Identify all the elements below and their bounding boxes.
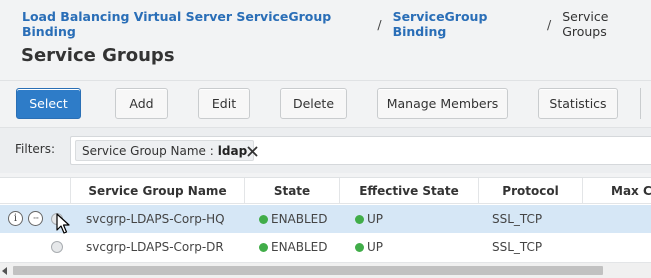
cell-service-group-name: svcgrp-LDAPS-Corp-HQ (86, 212, 225, 226)
status-dot (355, 214, 364, 224)
table-header: Service Group Name State Effective State… (0, 178, 651, 204)
cell-state: ENABLED (259, 205, 328, 233)
page-title: Service Groups (21, 45, 175, 66)
filters-bar: Filters: Service Group Name : ldap (0, 127, 651, 173)
table-row[interactable]: svcgrp-LDAPS-Corp-DR ENABLED UP SSL_TCP (0, 233, 651, 261)
column-header-effective-state[interactable]: Effective State (339, 178, 478, 204)
select-button[interactable]: Select (16, 88, 81, 119)
cell-state-text: ENABLED (271, 212, 328, 226)
cell-effective-state-text: UP (367, 212, 384, 226)
manage-members-button[interactable]: Manage Members (377, 88, 508, 119)
breadcrumb-lb-vserver-servicegroup-binding[interactable]: Load Balancing Virtual Server ServiceGro… (22, 9, 366, 39)
filter-chip: Service Group Name : ldap (75, 140, 255, 161)
row-select-radio[interactable] (51, 213, 63, 225)
breadcrumb: Load Balancing Virtual Server ServiceGro… (22, 9, 651, 39)
cell-state: ENABLED (259, 233, 328, 261)
filter-chip-value: ldap (217, 143, 248, 158)
status-dot (259, 214, 268, 224)
filter-chip-name: Service Group Name : (82, 143, 214, 158)
column-header-state[interactable]: State (244, 178, 339, 204)
cell-state-text: ENABLED (271, 240, 328, 254)
scroll-left-arrow-icon[interactable] (2, 267, 7, 275)
breadcrumb-separator: / (377, 16, 382, 32)
breadcrumb-servicegroup-binding[interactable]: ServiceGroup Binding (393, 9, 536, 39)
toolbar: Select Add Edit Delete Manage Members St… (0, 81, 651, 127)
row-select-radio[interactable] (51, 241, 63, 253)
cell-protocol: SSL_TCP (492, 240, 543, 254)
cell-effective-state-text: UP (367, 240, 384, 254)
page: Load Balancing Virtual Server ServiceGro… (0, 0, 651, 278)
horizontal-scrollbar[interactable] (0, 262, 651, 278)
cell-effective-state: UP (355, 233, 383, 261)
column-header-max-clients[interactable]: Max Cli (582, 178, 651, 204)
filters-label: Filters: (15, 142, 56, 156)
filter-input[interactable]: Service Group Name : ldap (70, 136, 651, 165)
add-button[interactable]: Add (115, 88, 168, 119)
statistics-button[interactable]: Statistics (538, 88, 618, 119)
breadcrumb-separator: / (546, 16, 552, 32)
breadcrumb-current: Service Groups (562, 9, 609, 39)
close-icon[interactable] (247, 146, 258, 157)
delete-button[interactable]: Delete (280, 88, 347, 119)
status-dot (259, 242, 268, 252)
cell-service-group-name: svcgrp-LDAPS-Corp-DR (86, 240, 224, 254)
status-dot (355, 242, 364, 252)
info-icon[interactable]: i (8, 211, 23, 226)
edit-button[interactable]: Edit (198, 88, 250, 119)
cell-effective-state: UP (355, 205, 383, 233)
toolbar-separator (640, 88, 641, 119)
table-row[interactable]: i ··· svcgrp-LDAPS-Corp-HQ ENABLED UP SS… (0, 205, 651, 233)
column-header-protocol[interactable]: Protocol (478, 178, 582, 204)
column-header-service-group-name[interactable]: Service Group Name (70, 178, 244, 204)
cell-protocol: SSL_TCP (492, 212, 543, 226)
more-options-icon[interactable]: ··· (28, 211, 43, 226)
scrollbar-thumb[interactable] (13, 266, 603, 275)
